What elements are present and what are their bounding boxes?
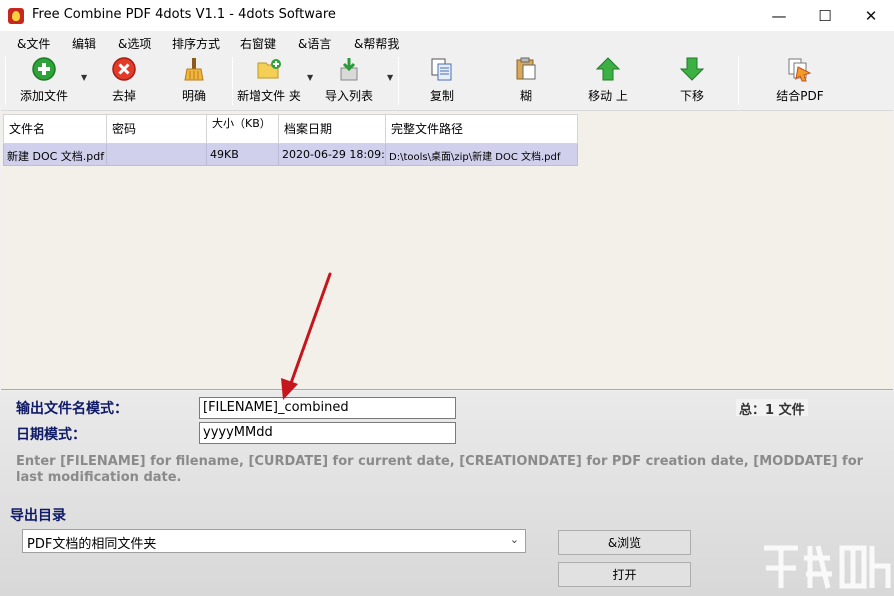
output-dir-value: PDF文档的相同文件夹: [27, 537, 157, 552]
filename-pattern-label: 输出文件名模式：: [16, 401, 128, 417]
add-folder-button[interactable]: 新增文件 夹: [236, 55, 302, 107]
toolbar-separator: [232, 57, 233, 105]
cell-fullpath[interactable]: D:\tools\桌面\zip\新建 DOC 文档.pdf: [386, 144, 578, 166]
move-down-label: 下移: [679, 89, 704, 103]
folder-add-icon: [255, 55, 283, 83]
add-files-button[interactable]: 添加文件: [18, 55, 70, 107]
chevron-down-icon[interactable]: ⌄: [510, 533, 519, 546]
output-dir-select[interactable]: PDF文档的相同文件夹 ⌄: [22, 529, 526, 553]
combine-pdf-label: 结合PDF: [776, 89, 824, 103]
menu-options[interactable]: &选项: [118, 35, 151, 52]
broom-icon: [180, 55, 208, 83]
import-list-icon: [335, 55, 363, 83]
column-header-date[interactable]: 档案日期: [279, 114, 386, 144]
toolbar-separator: [738, 57, 739, 105]
menu-file[interactable]: &文件: [17, 35, 50, 52]
clear-button[interactable]: 明确: [176, 55, 212, 107]
maximize-button[interactable]: ☐: [802, 0, 848, 31]
file-list-area[interactable]: 文件名 密码 大小（KB） 档案日期 完整文件路径 新建 DOC 文档.pdf …: [1, 110, 893, 390]
total-files-label: 总：1 文件: [736, 399, 808, 418]
arrow-down-icon: [678, 55, 706, 83]
cell-filename[interactable]: 新建 DOC 文档.pdf: [3, 144, 107, 166]
app-icon: [8, 8, 24, 24]
menu-language[interactable]: &语言: [298, 35, 331, 52]
column-header-size[interactable]: 大小（KB）: [207, 114, 279, 144]
pattern-hint-text: Enter [FILENAME] for filename, [CURDATE]…: [16, 454, 864, 485]
move-down-button[interactable]: 下移: [677, 55, 707, 107]
add-files-dropdown-icon[interactable]: ▼: [81, 73, 87, 82]
filename-pattern-input[interactable]: [FILENAME]_combined: [199, 397, 456, 419]
remove-button[interactable]: 去掉: [104, 55, 144, 107]
combine-pdf-icon: [786, 55, 814, 83]
table-row[interactable]: 新建 DOC 文档.pdf 49KB 2020-06-29 18:09:26 D…: [3, 144, 578, 166]
cell-password[interactable]: [107, 144, 207, 166]
add-folder-label: 新增文件 夹: [237, 89, 301, 103]
paste-icon: [512, 55, 540, 83]
copy-label: 复制: [429, 89, 454, 103]
close-button[interactable]: ✕: [848, 0, 894, 31]
browse-button[interactable]: &浏览: [558, 530, 691, 555]
file-grid[interactable]: 文件名 密码 大小（KB） 档案日期 完整文件路径 新建 DOC 文档.pdf …: [3, 114, 578, 166]
remove-label: 去掉: [111, 89, 136, 103]
minimize-button[interactable]: —: [756, 0, 802, 31]
title-bar: Free Combine PDF 4dots V1.1 - 4dots Soft…: [0, 0, 894, 31]
open-button[interactable]: 打开: [558, 562, 691, 587]
column-header-password[interactable]: 密码: [107, 114, 207, 144]
import-list-button[interactable]: 导入列表: [323, 55, 375, 107]
column-header-filename[interactable]: 文件名: [3, 114, 107, 144]
move-up-button[interactable]: 移动 上: [586, 55, 630, 107]
combine-pdf-button[interactable]: 结合PDF: [774, 55, 826, 107]
date-pattern-input[interactable]: yyyyMMdd: [199, 422, 456, 444]
date-pattern-label: 日期模式：: [16, 427, 86, 443]
clear-label: 明确: [181, 89, 206, 103]
paste-button[interactable]: 糊: [512, 55, 540, 107]
arrow-up-icon: [594, 55, 622, 83]
watermark-logo: [764, 545, 891, 589]
copy-icon: [428, 55, 456, 83]
window-title: Free Combine PDF 4dots V1.1 - 4dots Soft…: [32, 7, 336, 22]
add-files-label: 添加文件: [19, 89, 68, 103]
move-up-label: 移动 上: [588, 89, 628, 103]
toolbar-separator: [398, 57, 399, 105]
cell-date[interactable]: 2020-06-29 18:09:26: [279, 144, 386, 166]
plus-circle-icon: [30, 55, 58, 83]
import-list-dropdown-icon[interactable]: ▼: [387, 73, 393, 82]
paste-label: 糊: [519, 89, 532, 103]
column-header-fullpath[interactable]: 完整文件路径: [386, 114, 578, 144]
toolbar: 添加文件 ▼ 去掉 明确 新增文件 夹 ▼ 导入列表 ▼ 复制 糊 移动 上 下…: [0, 53, 894, 110]
output-dir-label: 导出目录: [10, 508, 66, 524]
menu-bar: &文件 编辑 &选项 排序方式 右窗键 &语言 &帮帮我: [0, 31, 894, 53]
menu-right-click[interactable]: 右窗键: [240, 35, 276, 52]
cell-size[interactable]: 49KB: [207, 144, 279, 166]
menu-sort[interactable]: 排序方式: [172, 35, 220, 52]
x-circle-icon: [110, 55, 138, 83]
menu-help[interactable]: &帮帮我: [354, 35, 399, 52]
add-folder-dropdown-icon[interactable]: ▼: [307, 73, 313, 82]
toolbar-separator: [5, 57, 6, 105]
import-list-label: 导入列表: [324, 89, 373, 103]
menu-edit[interactable]: 编辑: [72, 35, 96, 52]
copy-button[interactable]: 复制: [426, 55, 458, 107]
grid-header: 文件名 密码 大小（KB） 档案日期 完整文件路径: [3, 114, 578, 144]
